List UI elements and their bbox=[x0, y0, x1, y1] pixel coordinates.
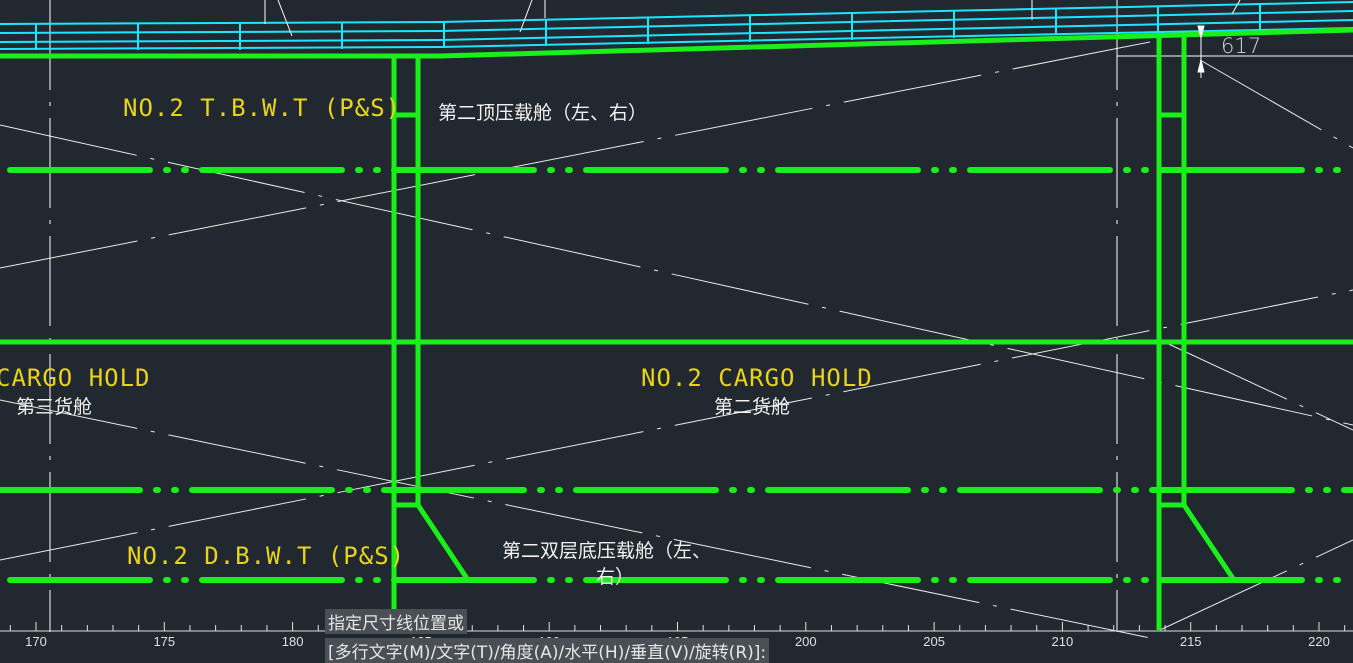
cargo-hold-2-cn-label: 第二货舱 bbox=[714, 396, 791, 418]
ruler-tick-label: 210 bbox=[1051, 634, 1074, 649]
ruler-tick-label: 205 bbox=[923, 634, 945, 649]
tbwt-label: NO.2 T.B.W.T (P&S) bbox=[123, 94, 402, 122]
cargo-hold-3-cn-label: 第三货舱 bbox=[16, 396, 93, 418]
dbwt-cn-label-2: 右） bbox=[596, 566, 635, 588]
command-options[interactable]: [多行文字(M)/文字(T)/角度(A)/水平(H)/垂直(V)/旋转(R)]: bbox=[325, 638, 770, 663]
cargo-hold-3-label: CARGO HOLD bbox=[0, 364, 151, 392]
frame-ruler bbox=[0, 622, 1353, 632]
ruler-tick-label: 220 bbox=[1308, 634, 1330, 649]
tbwt-cn-label: 第二顶压载舱（左、右） bbox=[438, 102, 648, 124]
cargo-hold-2-label: NO.2 CARGO HOLD bbox=[641, 364, 873, 392]
ruler-tick-label: 215 bbox=[1179, 634, 1202, 649]
dbwt-label: NO.2 D.B.W.T (P&S) bbox=[127, 542, 406, 570]
command-prompt: 指定尺寸线位置或 bbox=[325, 609, 467, 634]
dbwt-cn-label-1: 第二双层底压载舱（左、 bbox=[502, 540, 712, 562]
dimension-value: 617 bbox=[1221, 34, 1262, 58]
upper-deck bbox=[0, 1, 1353, 50]
ruler-tick-label: 170 bbox=[25, 634, 47, 649]
ruler-tick-label: 175 bbox=[153, 634, 176, 649]
ruler-tick-label: 180 bbox=[281, 634, 304, 649]
ruler-tick-label: 200 bbox=[794, 634, 817, 649]
